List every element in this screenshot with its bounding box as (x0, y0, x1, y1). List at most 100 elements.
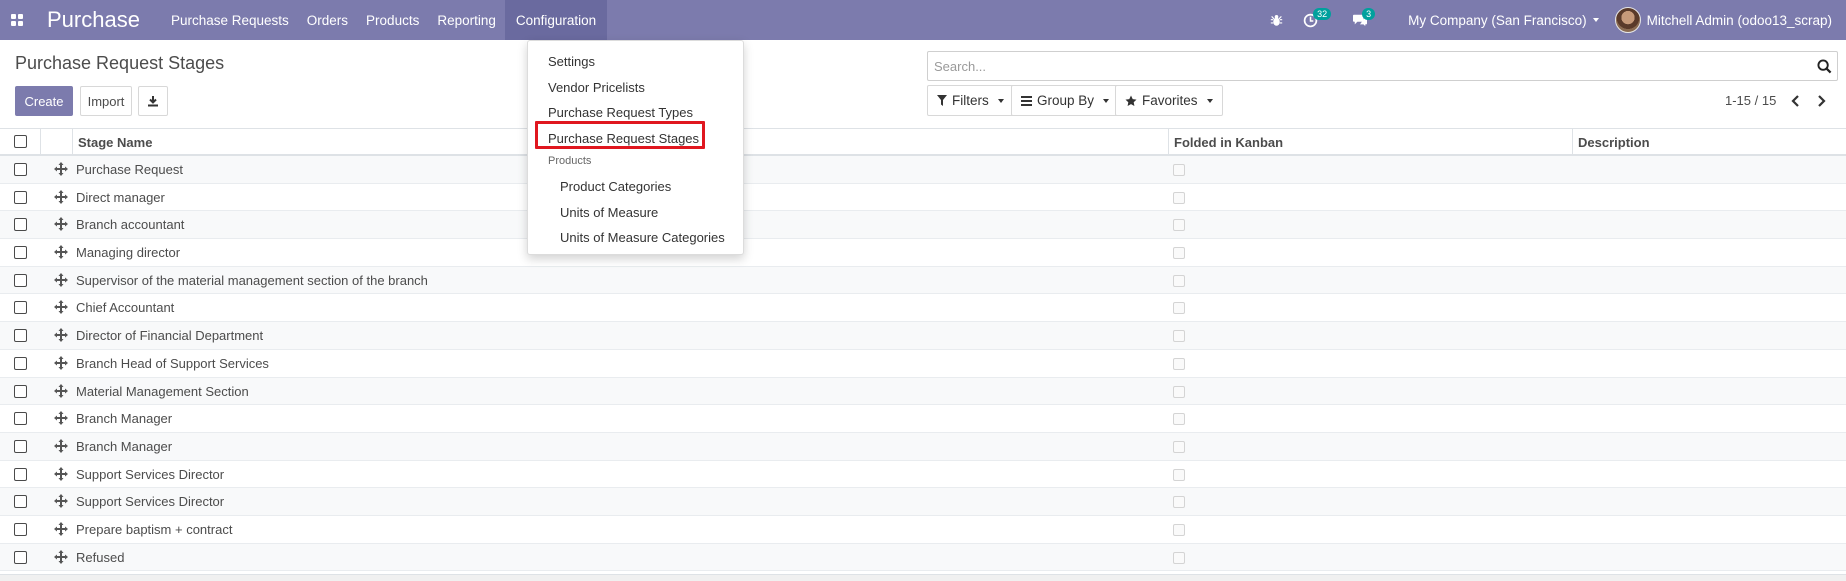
drag-handle-icon[interactable] (54, 549, 68, 564)
table-row[interactable]: Managing director (0, 239, 1846, 267)
chevron-left-icon[interactable] (1788, 94, 1802, 108)
folded-in-kanban-checkbox (1173, 551, 1185, 564)
row-checkbox[interactable] (14, 384, 27, 398)
table-row[interactable]: Direct manager (0, 183, 1846, 212)
stage-name-cell: Support Services Director (76, 466, 225, 482)
dropdown-item-product-categories[interactable]: Product Categories (528, 175, 743, 197)
search-icon[interactable] (1811, 52, 1837, 80)
row-checkbox[interactable] (14, 356, 27, 370)
handle-column-header (40, 129, 72, 156)
group-by-button[interactable]: Group By (1011, 85, 1120, 116)
stage-name-cell: Branch Head of Support Services (76, 355, 269, 371)
dropdown-item-units-of-measure[interactable]: Units of Measure (528, 201, 743, 223)
folded-in-kanban-checkbox (1173, 274, 1185, 287)
table-body: Purchase Request Direct manager Branch acc… (0, 156, 1846, 572)
favorites-button[interactable]: Favorites (1115, 85, 1223, 116)
table-row[interactable]: Support Services Director (0, 460, 1846, 489)
row-checkbox[interactable] (14, 550, 27, 564)
dropdown-item-uom-categories[interactable]: Units of Measure Categories (528, 226, 743, 248)
drag-handle-icon[interactable] (54, 217, 68, 232)
app-title[interactable]: Purchase (47, 7, 140, 33)
drag-handle-icon[interactable] (54, 272, 68, 287)
drag-handle-icon[interactable] (54, 411, 68, 426)
row-checkbox[interactable] (14, 190, 27, 204)
drag-handle-icon[interactable] (54, 245, 68, 260)
dropdown-item-purchase-request-stages[interactable]: Purchase Request Stages (528, 127, 743, 149)
stage-name-cell: Director of Financial Department (76, 328, 264, 344)
row-checkbox[interactable] (14, 301, 27, 315)
drag-handle-icon[interactable] (54, 521, 68, 536)
table-row[interactable]: Chief Accountant (0, 294, 1846, 323)
row-checkbox[interactable] (14, 439, 27, 453)
drag-handle-icon[interactable] (54, 355, 68, 370)
menu-purchase-requests[interactable]: Purchase Requests (162, 0, 298, 40)
select-all-checkbox[interactable] (14, 135, 27, 148)
filters-button[interactable]: Filters (927, 85, 1014, 116)
table-row[interactable]: Material Management Section (0, 377, 1846, 406)
filters-label: Filters (952, 93, 989, 108)
row-checkbox[interactable] (14, 522, 27, 536)
pager-value[interactable]: 1-15 / 15 (1725, 93, 1776, 108)
row-checkbox[interactable] (14, 467, 27, 481)
menu-reporting[interactable]: Reporting (428, 0, 505, 40)
drag-handle-icon[interactable] (54, 466, 68, 481)
dropdown-item-purchase-request-types[interactable]: Purchase Request Types (528, 101, 743, 123)
chevron-down-icon (997, 98, 1004, 103)
row-checkbox[interactable] (14, 329, 27, 343)
row-checkbox[interactable] (14, 273, 27, 287)
import-button[interactable]: Import (80, 86, 132, 116)
create-button[interactable]: Create (15, 86, 73, 116)
table-row[interactable]: Support Services Director (0, 488, 1846, 516)
drag-handle-icon[interactable] (54, 328, 68, 343)
column-folded-in-kanban[interactable]: Folded in Kanban (1168, 129, 1572, 156)
stage-name-cell: Purchase Request (76, 162, 183, 177)
table-row[interactable]: Branch Manager (0, 432, 1846, 461)
folded-in-kanban-checkbox (1173, 164, 1185, 176)
filter-funnel-icon (937, 95, 947, 106)
folded-in-kanban-checkbox (1173, 413, 1185, 426)
drag-handle-icon[interactable] (54, 438, 68, 453)
table-row[interactable]: Branch accountant (0, 211, 1846, 240)
page-title: Purchase Request Stages (15, 53, 225, 73)
row-checkbox[interactable] (14, 163, 27, 176)
menu-orders[interactable]: Orders (298, 0, 357, 40)
table-row[interactable]: Purchase Request (0, 156, 1846, 184)
table-row[interactable]: Refused (0, 543, 1846, 572)
folded-in-kanban-checkbox (1173, 385, 1185, 398)
pager: 1-15 / 15 (1725, 93, 1828, 108)
dropdown-item-settings[interactable]: Settings (528, 50, 743, 72)
column-description[interactable]: Description (1572, 129, 1846, 156)
table-row[interactable]: Director of Financial Department (0, 322, 1846, 350)
drag-handle-icon[interactable] (54, 300, 68, 315)
drag-handle-icon[interactable] (54, 494, 68, 509)
table-row[interactable]: Prepare baptism + contract (0, 515, 1846, 544)
table-row[interactable]: Supervisor of the material management se… (0, 266, 1846, 295)
chevron-right-icon[interactable] (1814, 94, 1828, 108)
drag-handle-icon[interactable] (54, 189, 68, 204)
stage-name-cell: Branch Manager (76, 438, 173, 454)
row-checkbox[interactable] (14, 246, 27, 260)
folded-in-kanban-checkbox (1173, 440, 1185, 453)
search-bar[interactable] (927, 51, 1838, 81)
menu-configuration[interactable]: Configuration (504, 0, 608, 40)
activity-clock-icon[interactable]: 32 (1293, 0, 1332, 40)
drag-handle-icon[interactable] (54, 383, 68, 398)
folded-in-kanban-checkbox (1173, 523, 1185, 536)
apps-menu-icon[interactable] (0, 0, 34, 40)
row-checkbox[interactable] (14, 412, 27, 426)
drag-handle-icon[interactable] (54, 162, 68, 176)
debug-bug-icon[interactable] (1260, 0, 1293, 40)
stage-name-cell: Material Management Section (76, 383, 249, 399)
search-input[interactable] (934, 58, 1811, 74)
dropdown-item-vendor-pricelists[interactable]: Vendor Pricelists (528, 76, 743, 98)
row-checkbox[interactable] (14, 218, 27, 232)
export-download-button[interactable] (138, 86, 168, 116)
company-switcher[interactable]: My Company (San Francisco) (1398, 13, 1609, 28)
messages-chat-icon[interactable]: 3 (1342, 0, 1378, 40)
table-row[interactable]: Branch Head of Support Services (0, 349, 1846, 378)
user-menu[interactable]: Mitchell Admin (odoo13_scrap) (1609, 7, 1846, 33)
chevron-down-icon (1206, 98, 1213, 103)
table-row[interactable]: Branch Manager (0, 405, 1846, 433)
menu-products[interactable]: Products (357, 0, 428, 40)
row-checkbox[interactable] (14, 495, 27, 509)
